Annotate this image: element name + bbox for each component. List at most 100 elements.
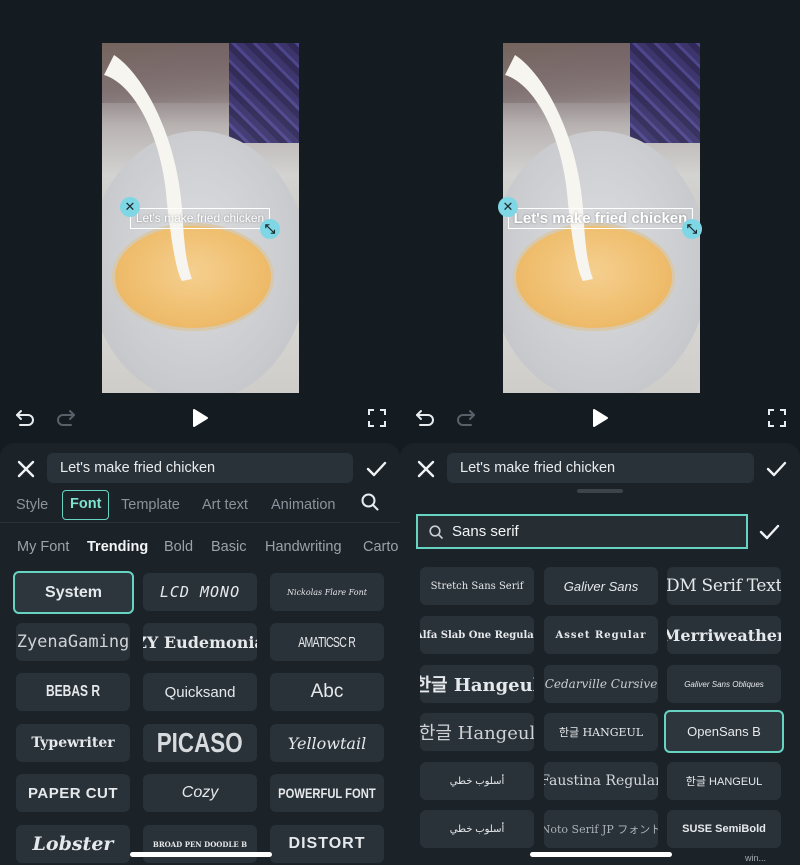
close-icon[interactable] [15, 458, 37, 480]
font-name: PAPER CUT [27, 784, 119, 802]
font-name: Galiver Sans [563, 578, 639, 594]
font-name: Alfa Slab One Regular [420, 629, 534, 641]
right-screen: Let's make fried chicken ✕ ⤡ Let's make … [400, 0, 800, 865]
font-tile-arabic-2[interactable]: أسلوب خطي [420, 810, 534, 848]
redo-icon[interactable] [56, 406, 76, 430]
font-tile-merriweather[interactable]: Merriweather [667, 616, 781, 654]
font-tile-zy-eudemonia[interactable]: ZY Eudemonia [143, 623, 257, 661]
font-tile-cozy[interactable]: Cozy [143, 774, 257, 812]
font-tile-suse-semibold[interactable]: SUSE SemiBold [667, 810, 781, 848]
undo-icon[interactable] [15, 406, 35, 430]
text-input[interactable]: Let's make fried chicken [447, 453, 754, 483]
font-tile-hangeul-caps-1[interactable]: 한글 HANGEUL [544, 713, 658, 751]
search-icon [429, 525, 443, 539]
font-tile-alfa-slab[interactable]: Alfa Slab One Regular [420, 616, 534, 654]
check-icon[interactable] [365, 458, 387, 480]
font-name: Asset Regular [555, 629, 647, 641]
category-handwriting[interactable]: Handwriting [265, 535, 342, 559]
fullscreen-icon[interactable] [768, 406, 786, 430]
category-my-font[interactable]: My Font [17, 535, 69, 559]
tab-bar: Style Font Template Art text Animation [0, 488, 400, 522]
sheet-grabber[interactable] [577, 489, 623, 493]
font-tile-dm-serif-text[interactable]: DM Serif Text [667, 567, 781, 605]
home-indicator [130, 852, 272, 857]
font-name: Nickolas Flare Font [287, 587, 367, 597]
caption-text-box[interactable]: Let's make fried chicken [508, 208, 693, 229]
font-name: BEBAS R [45, 683, 100, 700]
font-tile-hangeul-2[interactable]: 한글 Hangeul [420, 713, 534, 751]
font-name: 한글 Hangeul [420, 675, 534, 696]
tab-animation[interactable]: Animation [271, 490, 335, 520]
font-name: Typewriter [31, 735, 115, 751]
tab-font[interactable]: Font [62, 490, 110, 520]
fullscreen-icon[interactable] [368, 406, 386, 430]
font-tile-abc[interactable]: Abc [270, 673, 384, 711]
close-handle-icon[interactable]: ✕ [498, 197, 518, 217]
resize-handle-icon[interactable]: ⤡ [260, 219, 280, 239]
font-tile-hangeul-caps-2[interactable]: 한글 HANGEUL [667, 762, 781, 800]
tab-template[interactable]: Template [121, 490, 180, 520]
font-tile-galiver-sans-obliques[interactable]: Galiver Sans Obliques [667, 665, 781, 703]
font-tile-paper-cut[interactable]: PAPER CUT [16, 774, 130, 812]
font-tile-faustina[interactable]: Faustina Regular [544, 762, 658, 800]
redo-icon[interactable] [456, 406, 476, 430]
category-bold[interactable]: Bold [164, 535, 193, 559]
font-category-bar: My Font Trending Bold Basic Handwriting … [0, 535, 400, 559]
category-trending[interactable]: Trending [87, 535, 148, 559]
home-indicator [530, 852, 672, 857]
text-input[interactable]: Let's make fried chicken [47, 453, 353, 483]
close-icon[interactable] [415, 458, 437, 480]
font-tile-lobster[interactable]: Lobster [16, 825, 130, 863]
check-icon[interactable] [758, 521, 780, 543]
font-name: System [45, 583, 102, 601]
font-tile-galiver-sans[interactable]: Galiver Sans [544, 567, 658, 605]
font-name: Abc [310, 681, 344, 702]
tab-style[interactable]: Style [16, 490, 48, 520]
font-name: ZyenaGaming [16, 632, 130, 652]
font-tile-picaso[interactable]: PICASO [143, 724, 257, 762]
font-tile-stretch-sans-serif[interactable]: Stretch Sans Serif [420, 567, 534, 605]
font-name: 한글 HANGEUL [685, 776, 763, 788]
font-name: LCD MONO [159, 583, 241, 601]
category-cartoon[interactable]: Carto [363, 535, 398, 559]
font-tile-amaticsc[interactable]: AMATICSC R [270, 623, 384, 661]
font-tile-system[interactable]: System [13, 571, 134, 614]
font-name: أسلوب خطي [449, 775, 505, 787]
play-icon[interactable] [191, 406, 209, 430]
font-tile-zyenagaming[interactable]: ZyenaGaming [16, 623, 130, 661]
font-tile-powerful[interactable]: POWERFUL FONT [270, 774, 384, 812]
font-tile-lcd-mono[interactable]: LCD MONO [143, 573, 257, 611]
font-name: Quicksand [164, 683, 236, 701]
font-tile-opensans-b[interactable]: OpenSans B [664, 710, 784, 753]
resize-handle-icon[interactable]: ⤡ [682, 219, 702, 239]
font-name: AMATICSC R [298, 633, 357, 651]
font-name: Cozy [181, 784, 219, 801]
font-tile-quicksand[interactable]: Quicksand [143, 673, 257, 711]
font-tile-hangeul-1[interactable]: 한글 Hangeul [420, 665, 534, 703]
font-tile-broad-pen[interactable]: BROAD PEN DOODLE B [143, 825, 257, 863]
font-tile-distort[interactable]: DISTORT [270, 825, 384, 863]
font-name: Faustina Regular [544, 773, 658, 789]
font-tile-typewriter[interactable]: Typewriter [16, 724, 130, 762]
tab-art-text[interactable]: Art text [202, 490, 248, 520]
font-tile-nickolas[interactable]: Nickolas Flare Font [270, 573, 384, 611]
category-basic[interactable]: Basic [211, 535, 246, 559]
font-name: أسلوب خطي [449, 823, 505, 835]
font-tile-yellowtail[interactable]: Yellowtail [270, 724, 384, 762]
font-tile-asset-regular[interactable]: Asset Regular [544, 616, 658, 654]
font-tile-noto-serif-jp[interactable]: Noto Serif JP フォント [544, 810, 658, 848]
caption-text-box[interactable]: Let's make fried chicken [130, 208, 270, 229]
font-tile-cedarville[interactable]: Cedarville Cursive [544, 665, 658, 703]
search-icon[interactable] [361, 492, 379, 522]
check-icon[interactable] [765, 458, 787, 480]
font-tile-bebas[interactable]: BEBAS R [16, 673, 130, 711]
font-name: OpenSans B [687, 724, 761, 739]
left-screen: Let's make fried chicken ✕ ⤡ Let's make … [0, 0, 400, 865]
font-tile-arabic-1[interactable]: أسلوب خطي [420, 762, 534, 800]
close-handle-icon[interactable]: ✕ [120, 197, 140, 217]
font-name: Lobster [32, 833, 114, 855]
play-icon[interactable] [591, 406, 609, 430]
font-name: POWERFUL FONT [278, 785, 376, 801]
undo-icon[interactable] [415, 406, 435, 430]
font-search-input[interactable]: Sans serif [416, 514, 748, 549]
